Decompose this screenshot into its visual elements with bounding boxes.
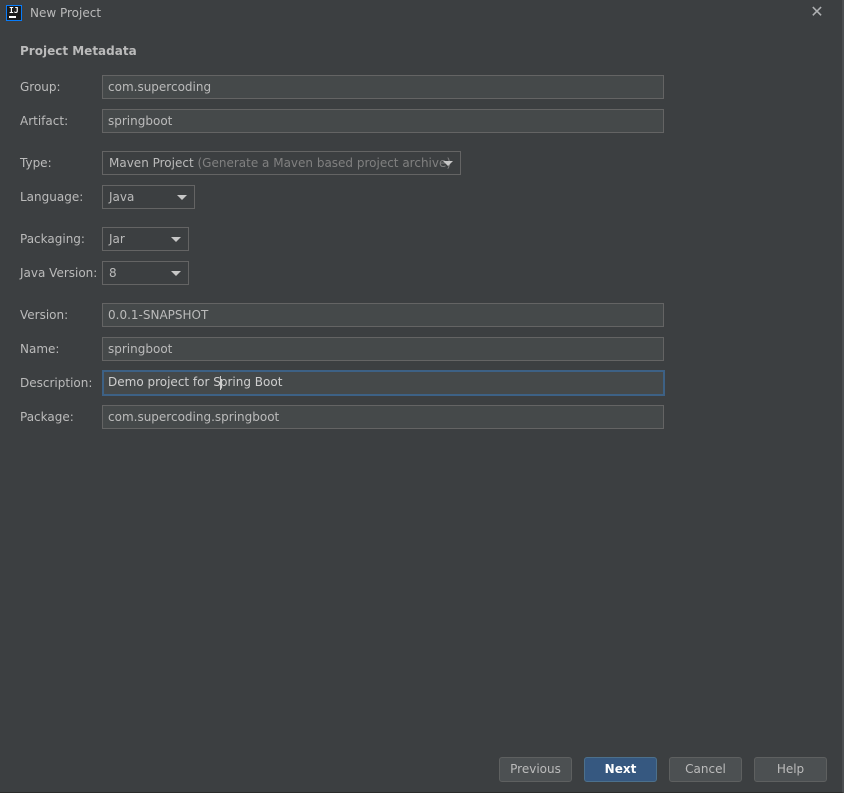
language-value: Java [109, 190, 135, 204]
description-text-after-caret: pring Boot [219, 375, 283, 389]
packaging-dropdown[interactable]: Jar [102, 227, 189, 251]
description-text-before-caret: Demo project for S [108, 375, 221, 389]
group-input[interactable]: com.supercoding [102, 75, 664, 99]
help-button[interactable]: Help [754, 757, 827, 782]
java-version-dropdown[interactable]: 8 [102, 261, 189, 285]
type-value: Maven Project [109, 156, 194, 170]
description-input[interactable]: Demo project for Spring Boot [102, 370, 665, 396]
version-input[interactable]: 0.0.1-SNAPSHOT [102, 303, 664, 327]
chevron-down-icon [171, 271, 181, 276]
section-title: Project Metadata [20, 44, 137, 58]
next-button[interactable]: Next [584, 757, 657, 782]
type-dropdown[interactable]: Maven Project (Generate a Maven based pr… [102, 151, 461, 175]
previous-button[interactable]: Previous [499, 757, 572, 782]
group-label: Group: [20, 80, 61, 94]
packaging-value: Jar [109, 232, 125, 246]
artifact-input[interactable]: springboot [102, 109, 664, 133]
close-icon[interactable]: ✕ [808, 3, 826, 21]
chevron-down-icon [443, 161, 453, 166]
title-bar: IJ New Project ✕ [0, 0, 842, 28]
package-label: Package: [20, 410, 74, 424]
new-project-dialog: IJ New Project ✕ Project Metadata Group:… [0, 0, 844, 793]
packaging-label: Packaging: [20, 232, 85, 246]
window-title: New Project [30, 6, 102, 20]
name-label: Name: [20, 342, 60, 356]
name-input[interactable]: springboot [102, 337, 664, 361]
description-label: Description: [20, 376, 93, 390]
intellij-app-icon: IJ [6, 5, 22, 21]
cancel-button[interactable]: Cancel [669, 757, 742, 782]
version-label: Version: [20, 308, 69, 322]
type-hint: (Generate a Maven based project archive) [197, 156, 452, 170]
java-version-label: Java Version: [20, 266, 98, 280]
chevron-down-icon [171, 237, 181, 242]
chevron-down-icon [177, 195, 187, 200]
java-version-value: 8 [109, 266, 117, 280]
type-label: Type: [20, 156, 52, 170]
language-label: Language: [20, 190, 84, 204]
artifact-label: Artifact: [20, 114, 69, 128]
language-dropdown[interactable]: Java [102, 185, 195, 209]
package-input[interactable]: com.supercoding.springboot [102, 405, 664, 429]
